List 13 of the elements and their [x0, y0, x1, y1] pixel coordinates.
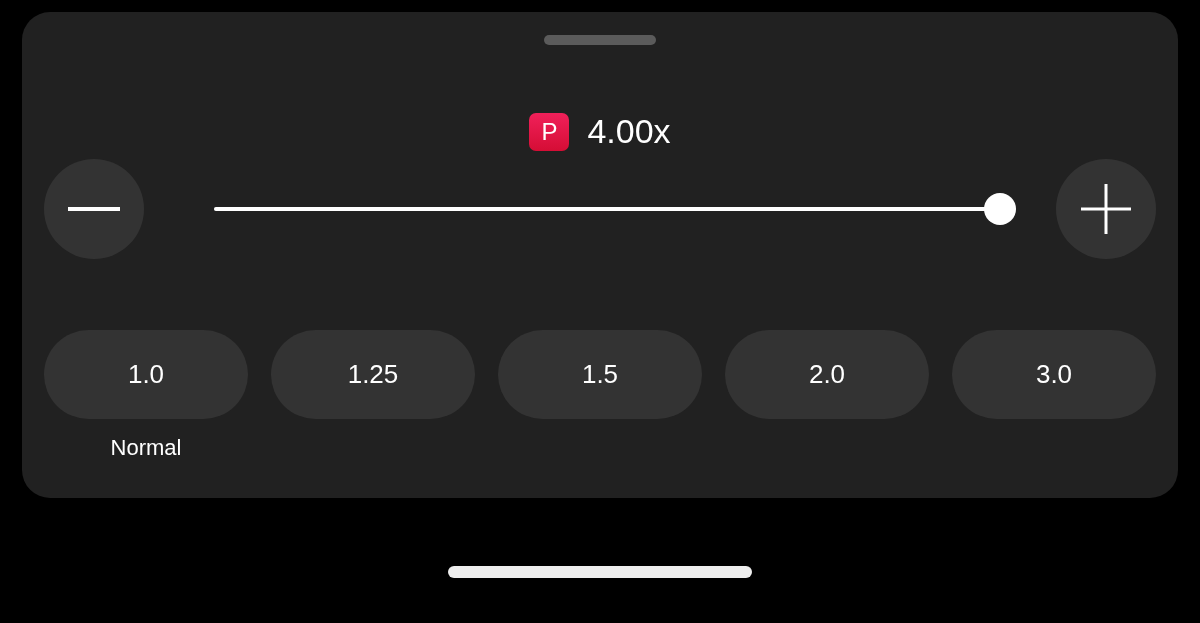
speed-preset-button[interactable]: 3.0 [952, 330, 1156, 419]
app-badge-icon: P [529, 112, 570, 151]
plus-icon [1081, 184, 1131, 234]
speed-value: 4.00x [587, 112, 671, 151]
speed-preset-button[interactable]: 2.0 [725, 330, 929, 419]
minus-icon [68, 207, 120, 211]
speed-preset-button[interactable]: 1.5 [498, 330, 702, 419]
speed-slider[interactable] [214, 193, 1016, 225]
drag-handle[interactable] [544, 35, 656, 45]
speed-preset-button[interactable]: 1.0 [44, 330, 248, 419]
preset-caption: Normal [110, 435, 182, 461]
slider-thumb[interactable] [984, 193, 1016, 225]
speed-preset-button[interactable]: 1.25 [271, 330, 475, 419]
